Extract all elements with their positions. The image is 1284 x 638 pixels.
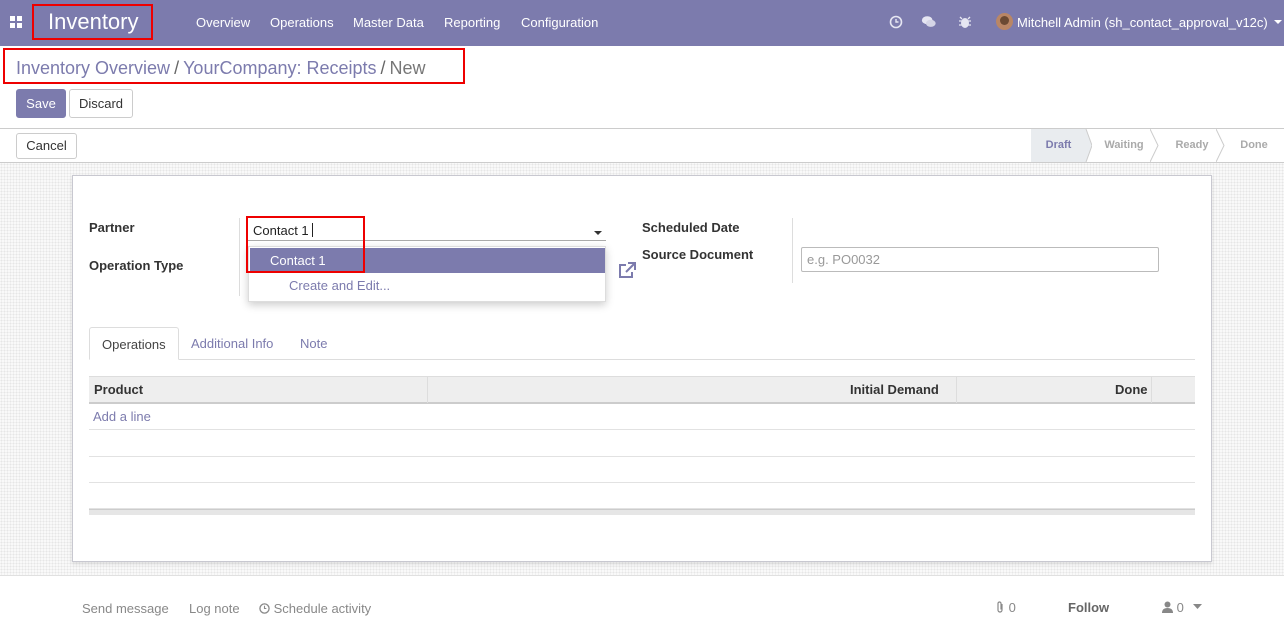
stage-ready[interactable]: Ready [1162, 129, 1222, 162]
followers-count: 0 [1176, 600, 1184, 615]
clock-icon [259, 603, 270, 614]
stage-separator [1150, 129, 1159, 162]
discard-button[interactable]: Discard [69, 89, 133, 118]
cancel-button[interactable]: Cancel [16, 133, 77, 159]
tab-note[interactable]: Note [288, 327, 339, 360]
table-row [89, 431, 1195, 457]
breadcrumb-separator: / [380, 58, 386, 78]
stage-draft[interactable]: Draft [1031, 129, 1086, 162]
schedule-activity-button[interactable]: Schedule activity [259, 601, 371, 616]
chat-icon[interactable] [921, 14, 937, 30]
chevron-down-icon[interactable] [1274, 20, 1282, 24]
column-product[interactable]: Product [94, 377, 143, 403]
save-button[interactable]: Save [16, 89, 66, 118]
partner-label: Partner [89, 220, 135, 235]
user-avatar[interactable] [996, 13, 1013, 30]
chevron-down-icon[interactable] [1193, 604, 1202, 609]
dropdown-create-edit[interactable]: Create and Edit... [289, 278, 390, 293]
follow-button[interactable]: Follow [1068, 600, 1109, 615]
stage-waiting[interactable]: Waiting [1092, 129, 1156, 162]
schedule-activity-label: Schedule activity [273, 601, 372, 616]
stage-separator [1216, 129, 1225, 162]
breadcrumb: Inventory Overview / YourCompany: Receipts… [16, 58, 426, 79]
column-divider [427, 377, 428, 403]
breadcrumb-current: New [389, 58, 426, 78]
breadcrumb-separator: / [174, 58, 180, 78]
breadcrumb-receipts[interactable]: YourCompany: Receipts [183, 58, 376, 78]
menu-reporting[interactable]: Reporting [444, 0, 500, 46]
statusbar: Cancel Draft Waiting Ready Done [0, 128, 1284, 163]
column-divider [1151, 377, 1152, 403]
menu-master-data[interactable]: Master Data [353, 0, 424, 46]
source-document-label: Source Document [642, 247, 754, 262]
source-document-input[interactable]: e.g. PO0032 [801, 247, 1159, 272]
menu-operations[interactable]: Operations [270, 0, 334, 46]
field-divider [792, 218, 793, 283]
table-row [89, 483, 1195, 509]
paperclip-icon [997, 601, 1003, 613]
user-icon [1162, 601, 1173, 613]
column-done[interactable]: Done [1115, 377, 1148, 403]
chatter-divider [0, 575, 1284, 576]
add-line-link[interactable]: Add a line [93, 409, 151, 424]
attachments-button[interactable]: 0 [995, 600, 1016, 615]
stage-separator [1080, 129, 1092, 162]
apps-menu-icon[interactable] [10, 16, 22, 28]
table-row: Add a line [89, 404, 1195, 430]
send-message-button[interactable]: Send message [82, 601, 169, 616]
breadcrumb-inventory-overview[interactable]: Inventory Overview [16, 58, 170, 78]
tab-operations[interactable]: Operations [89, 327, 179, 360]
top-navbar: Inventory Overview Operations Master Dat… [0, 0, 1284, 46]
menu-configuration[interactable]: Configuration [521, 0, 598, 46]
column-divider [956, 377, 957, 403]
table-footer [89, 509, 1195, 515]
external-link-icon[interactable] [618, 261, 637, 280]
tab-additional-info[interactable]: Additional Info [179, 327, 285, 360]
clock-icon[interactable] [889, 14, 905, 30]
table-row [89, 457, 1195, 483]
bug-icon[interactable] [957, 14, 973, 30]
attachments-count: 0 [1008, 600, 1016, 615]
scheduled-date-label: Scheduled Date [642, 220, 740, 235]
partner-highlight [246, 216, 365, 273]
column-initial-demand[interactable]: Initial Demand [850, 377, 939, 403]
app-title[interactable]: Inventory [32, 4, 153, 40]
user-name[interactable]: Mitchell Admin (sh_contact_approval_v12c… [1017, 0, 1268, 46]
followers-button[interactable]: 0 [1162, 600, 1184, 615]
log-note-button[interactable]: Log note [189, 601, 240, 616]
stage-done[interactable]: Done [1228, 129, 1280, 162]
partner-dropdown-caret-icon[interactable] [594, 231, 602, 235]
operation-type-label: Operation Type [89, 258, 184, 273]
menu-overview[interactable]: Overview [196, 0, 250, 46]
table-header: Product Initial Demand Done [89, 376, 1195, 404]
field-divider [239, 218, 240, 296]
